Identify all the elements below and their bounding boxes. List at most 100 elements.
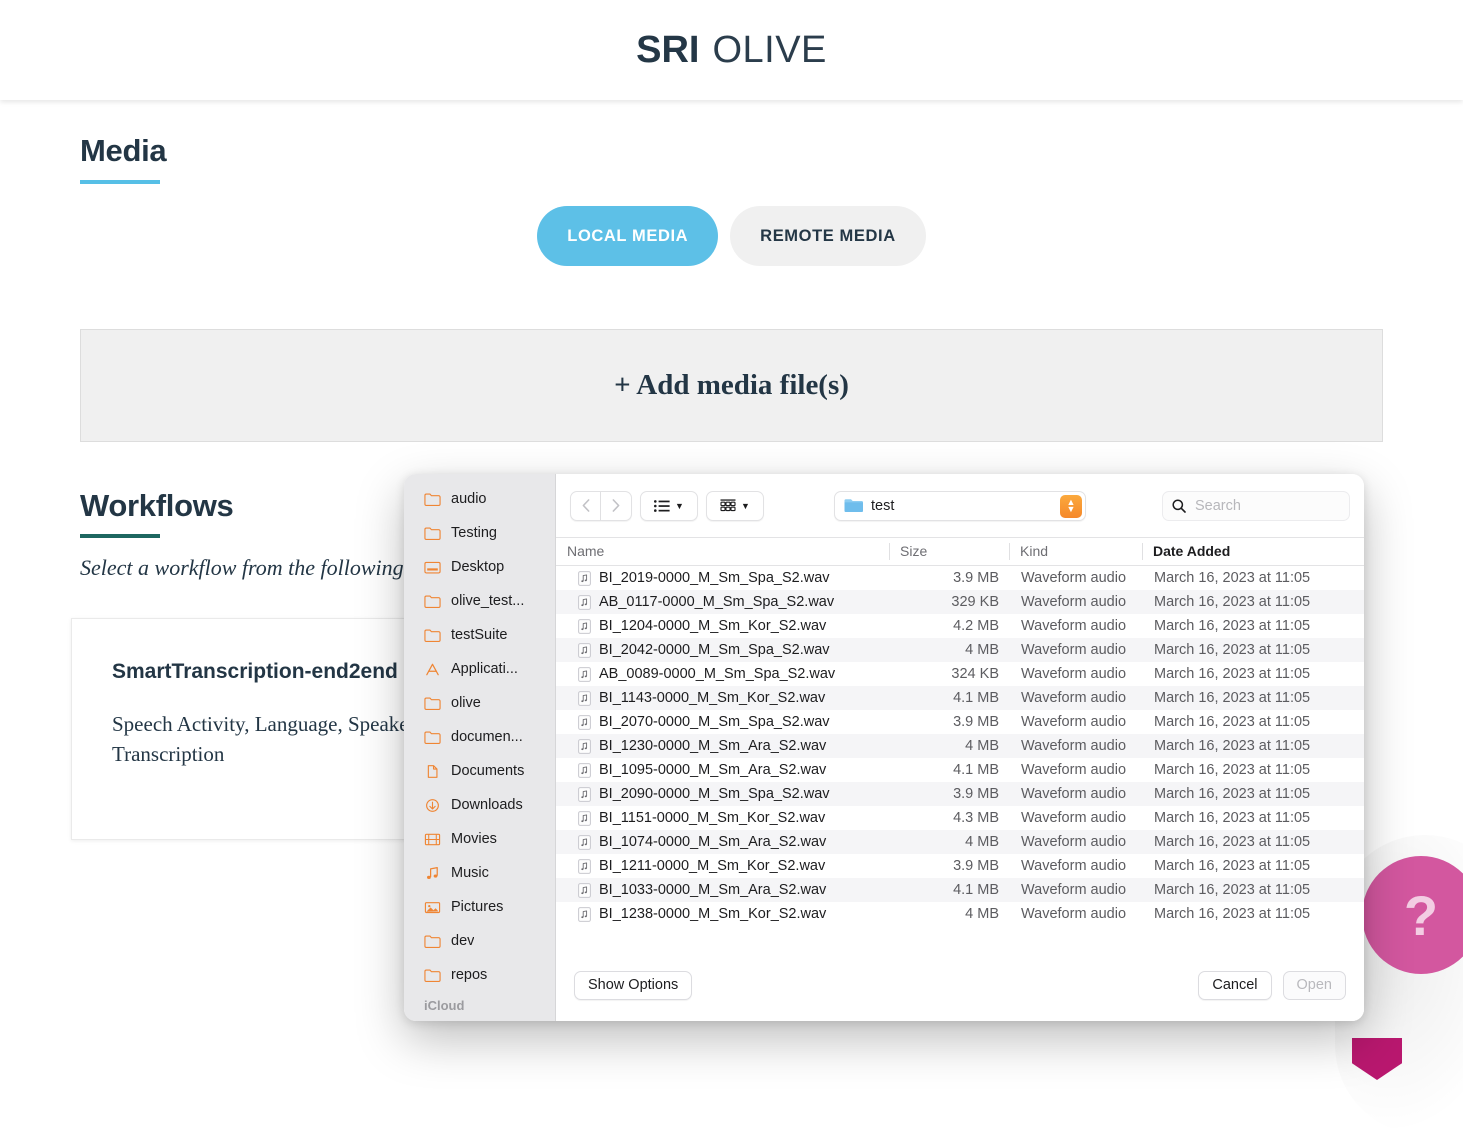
file-row[interactable]: BI_2019-0000_M_Sm_Spa_S2.wav 3.9 MB Wavefo… bbox=[556, 566, 1364, 590]
file-date-cell: March 16, 2023 at 11:05 bbox=[1154, 690, 1311, 706]
folder-icon bbox=[424, 969, 441, 982]
sidebar-item-olive-test[interactable]: olive_test... bbox=[404, 584, 555, 618]
folder-icon bbox=[424, 627, 441, 644]
file-date-cell: March 16, 2023 at 11:05 bbox=[1154, 762, 1311, 778]
forward-button[interactable] bbox=[601, 490, 632, 521]
downloads-icon bbox=[426, 798, 439, 812]
file-row[interactable]: BI_1230-0000_M_Sm_Ara_S2.wav 4 MB Waveform… bbox=[556, 734, 1364, 758]
column-header-size[interactable]: Size bbox=[889, 537, 1009, 566]
file-kind-cell: Waveform audio bbox=[1021, 858, 1127, 874]
search-input[interactable] bbox=[1193, 496, 1333, 515]
current-folder-popup[interactable]: test ▲ ▼ bbox=[834, 490, 1086, 521]
question-mark-icon: ? bbox=[1403, 883, 1439, 947]
sidebar-item-label: audio bbox=[451, 491, 487, 507]
sidebar-item-applicati[interactable]: Applicati... bbox=[404, 652, 555, 686]
file-size-cell: 4.1 MB bbox=[953, 690, 999, 706]
open-button[interactable]: Open bbox=[1282, 970, 1346, 1000]
audio-file-icon bbox=[578, 834, 591, 850]
audio-file-icon bbox=[578, 858, 591, 874]
audio-file-icon bbox=[578, 594, 591, 610]
file-kind-cell: Waveform audio bbox=[1021, 666, 1127, 682]
sidebar-item-label: olive_test... bbox=[451, 593, 525, 609]
audio-file-icon bbox=[578, 618, 591, 634]
sidebar-item-label: repos bbox=[451, 967, 488, 983]
column-header-kind[interactable]: Kind bbox=[1009, 537, 1142, 566]
file-row[interactable]: BI_1074-0000_M_Sm_Ara_S2.wav 4 MB Waveform… bbox=[556, 830, 1364, 854]
audio-file-icon bbox=[578, 714, 591, 730]
audio-file-icon bbox=[578, 714, 591, 730]
app-logo: SRI OLIVE bbox=[636, 29, 827, 72]
file-row[interactable]: AB_0117-0000_M_Sm_Spa_S2.wav 329 KB Wavefo… bbox=[556, 590, 1364, 614]
file-row[interactable]: BI_2070-0000_M_Sm_Spa_S2.wav 3.9 MB Wavefo… bbox=[556, 710, 1364, 734]
sidebar-item-downloads[interactable]: Downloads bbox=[404, 788, 555, 822]
file-row[interactable]: BI_2042-0000_M_Sm_Spa_S2.wav 4 MB Waveform… bbox=[556, 638, 1364, 662]
file-dialog-sidebar[interactable]: audio Testing Desktop olive_test... testSuit… bbox=[404, 474, 556, 1021]
file-row[interactable]: BI_1238-0000_M_Sm_Kor_S2.wav 4 MB Waveform… bbox=[556, 902, 1364, 926]
sidebar-item-label: documen... bbox=[451, 729, 523, 745]
file-row[interactable]: BI_1095-0000_M_Sm_Ara_S2.wav 4.1 MB Wavefo… bbox=[556, 758, 1364, 782]
sidebar-item-audio[interactable]: audio bbox=[404, 482, 555, 516]
sidebar-item-repos[interactable]: repos bbox=[404, 958, 555, 992]
sidebar-item-label: Movies bbox=[451, 831, 497, 847]
downloads-icon bbox=[424, 797, 441, 814]
file-date-cell: March 16, 2023 at 11:05 bbox=[1154, 906, 1311, 922]
sidebar-item-testsuite[interactable]: testSuite bbox=[404, 618, 555, 652]
audio-file-icon bbox=[578, 738, 591, 754]
sidebar-item-dev[interactable]: dev bbox=[404, 924, 555, 958]
pictures-icon bbox=[424, 901, 441, 913]
app-header: SRI OLIVE bbox=[0, 0, 1463, 100]
file-kind-cell: Waveform audio bbox=[1021, 594, 1127, 610]
tab-remote-media[interactable]: REMOTE MEDIA bbox=[730, 206, 926, 266]
column-header-date-added[interactable]: Date Added bbox=[1142, 537, 1352, 566]
folder-stepper-icon[interactable]: ▲ ▼ bbox=[1060, 494, 1082, 518]
file-kind-cell: Waveform audio bbox=[1021, 810, 1127, 826]
sidebar-item-label: Music bbox=[451, 865, 489, 881]
back-button[interactable] bbox=[570, 490, 601, 521]
search-field[interactable] bbox=[1162, 490, 1350, 521]
file-size-cell: 4.1 MB bbox=[953, 882, 999, 898]
file-list[interactable]: BI_2019-0000_M_Sm_Spa_S2.wav 3.9 MB Wavefo… bbox=[556, 566, 1364, 950]
sidebar-item-olive[interactable]: olive bbox=[404, 686, 555, 720]
sidebar-item-music[interactable]: Music bbox=[404, 856, 555, 890]
file-open-dialog[interactable]: audio Testing Desktop olive_test... testSuit… bbox=[404, 474, 1364, 1021]
tab-local-media[interactable]: LOCAL MEDIA bbox=[537, 206, 719, 266]
file-size-cell: 329 KB bbox=[951, 594, 999, 610]
view-mode-button[interactable]: ▼ bbox=[640, 490, 698, 521]
file-name-text: BI_1230-0000_M_Sm_Ara_S2.wav bbox=[599, 738, 827, 754]
file-row[interactable]: BI_1143-0000_M_Sm_Kor_S2.wav 4.1 MB Wavefo… bbox=[556, 686, 1364, 710]
file-row[interactable]: BI_1211-0000_M_Sm_Kor_S2.wav 3.9 MB Wavefo… bbox=[556, 854, 1364, 878]
add-media-label: + Add media file(s) bbox=[614, 369, 849, 401]
navigation-buttons[interactable] bbox=[570, 490, 632, 521]
folder-icon bbox=[424, 629, 441, 642]
sidebar-item-documents[interactable]: Documents bbox=[404, 754, 555, 788]
sidebar-item-desktop[interactable]: Desktop bbox=[404, 550, 555, 584]
sidebar-item-pictures[interactable]: Pictures bbox=[404, 890, 555, 924]
column-header-name[interactable]: Name bbox=[556, 537, 889, 566]
show-options-button[interactable]: Show Options bbox=[574, 970, 693, 1000]
file-name-cell: BI_1211-0000_M_Sm_Kor_S2.wav bbox=[556, 858, 889, 874]
file-name-cell: BI_1230-0000_M_Sm_Ara_S2.wav bbox=[556, 738, 889, 754]
workflow-card-title: SmartTranscription-end2end bbox=[112, 660, 398, 683]
sidebar-item-label: Downloads bbox=[451, 797, 523, 813]
movies-icon bbox=[424, 831, 441, 848]
file-row[interactable]: AB_0089-0000_M_Sm_Spa_S2.wav 324 KB Wavefo… bbox=[556, 662, 1364, 686]
sidebar-item-testing[interactable]: Testing bbox=[404, 516, 555, 550]
file-row[interactable]: BI_1151-0000_M_Sm_Kor_S2.wav 4.3 MB Wavefo… bbox=[556, 806, 1364, 830]
folder-icon bbox=[424, 729, 441, 746]
folder-icon bbox=[424, 593, 441, 610]
file-list-header[interactable]: Name Size Kind Date Added bbox=[556, 537, 1364, 566]
sidebar-item-movies[interactable]: Movies bbox=[404, 822, 555, 856]
group-by-button[interactable]: ▼ bbox=[706, 490, 764, 521]
add-media-dropzone[interactable]: + Add media file(s) bbox=[80, 329, 1383, 442]
file-name-cell: BI_2042-0000_M_Sm_Spa_S2.wav bbox=[556, 642, 889, 658]
music-icon bbox=[427, 866, 438, 879]
file-dialog-toolbar: ▼ ▼ test ▲ ▼ Search bbox=[556, 474, 1364, 537]
file-date-cell: March 16, 2023 at 11:05 bbox=[1154, 618, 1311, 634]
file-row[interactable]: BI_1204-0000_M_Sm_Kor_S2.wav 4.2 MB Wavefo… bbox=[556, 614, 1364, 638]
file-name-text: BI_2019-0000_M_Sm_Spa_S2.wav bbox=[599, 570, 830, 586]
file-row[interactable]: BI_2090-0000_M_Sm_Spa_S2.wav 3.9 MB Wavefo… bbox=[556, 782, 1364, 806]
file-date-cell: March 16, 2023 at 11:05 bbox=[1154, 642, 1311, 658]
file-row[interactable]: BI_1033-0000_M_Sm_Ara_S2.wav 4.1 MB Wavefo… bbox=[556, 878, 1364, 902]
cancel-button[interactable]: Cancel bbox=[1198, 970, 1272, 1000]
sidebar-item-documen[interactable]: documen... bbox=[404, 720, 555, 754]
